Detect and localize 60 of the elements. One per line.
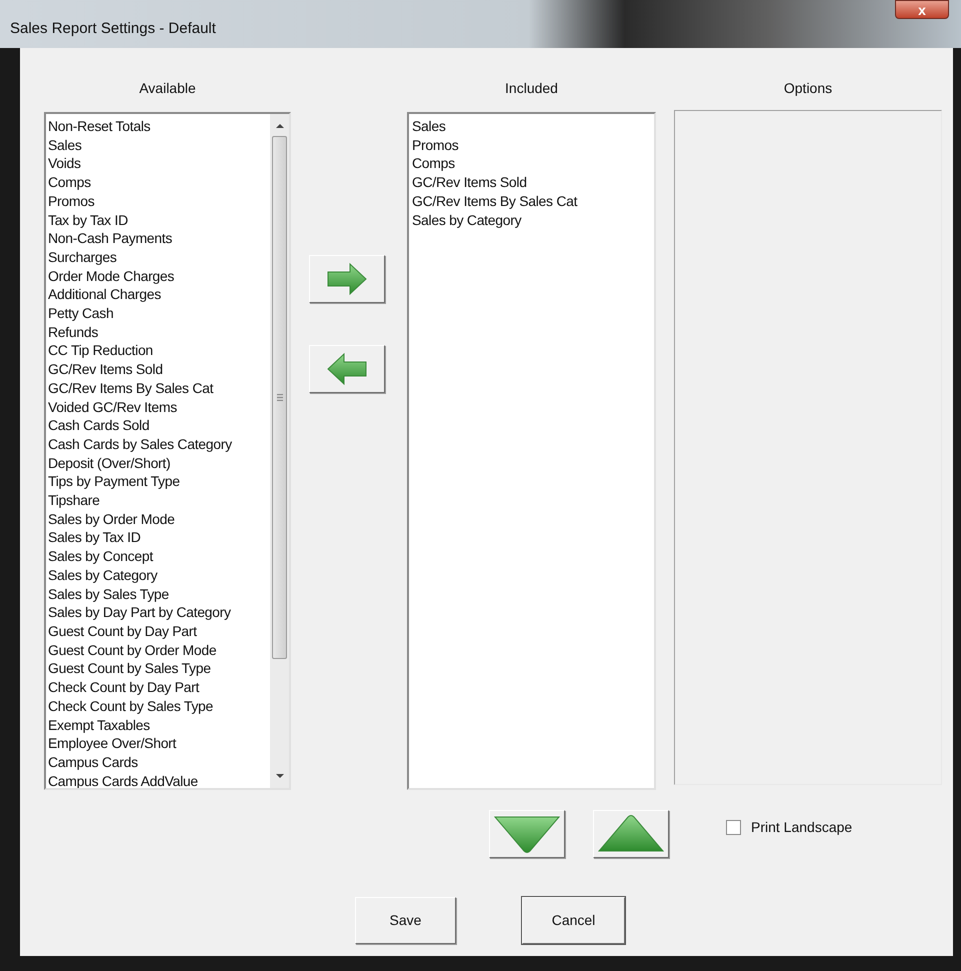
list-item[interactable]: GC/Rev Items Sold bbox=[48, 360, 270, 379]
list-item[interactable]: GC/Rev Items By Sales Cat bbox=[48, 378, 270, 398]
list-item[interactable]: Sales bbox=[412, 117, 654, 136]
list-item[interactable]: Cash Cards Sold bbox=[48, 416, 270, 435]
list-item[interactable]: Additional Charges bbox=[48, 285, 270, 304]
column-heading: Options bbox=[782, 80, 834, 96]
list-item[interactable]: Deposit (Over/Short) bbox=[48, 454, 270, 472]
included-list[interactable]: Sales Promos Comps GC/Rev Items Sold GC/Rev Items By Sales Cat Sales by Category bbox=[407, 112, 656, 790]
list-item[interactable]: Guest Count by Sales Type bbox=[48, 659, 270, 678]
list-item[interactable]: Employee Over/Short bbox=[48, 734, 270, 753]
list-item[interactable]: Sales by Category bbox=[412, 210, 654, 230]
list-item[interactable]: Promos bbox=[48, 192, 270, 211]
list-item[interactable]: Check Count by Sales Type bbox=[48, 696, 270, 716]
list-item[interactable]: Sales by Sales Type bbox=[48, 584, 270, 604]
list-item[interactable]: CC Tip Reduction bbox=[48, 341, 270, 360]
list-item[interactable]: Sales by Category bbox=[48, 566, 270, 585]
list-item[interactable]: Guest Count by Order Mode bbox=[48, 640, 270, 660]
list-item[interactable]: Voided GC/Rev Items bbox=[48, 398, 270, 416]
move-up-button[interactable] bbox=[593, 810, 669, 858]
list-item[interactable]: Cash Cards by Sales Category bbox=[48, 434, 270, 454]
list-item[interactable]: Promos bbox=[412, 136, 654, 154]
list-item[interactable]: Non-Cash Payments bbox=[48, 229, 270, 248]
list-item[interactable]: Guest Count by Day Part bbox=[48, 622, 270, 641]
remove-button[interactable] bbox=[309, 345, 385, 393]
list-item[interactable]: Sales by Tax ID bbox=[48, 528, 270, 548]
save-button[interactable]: Save bbox=[355, 897, 456, 944]
window-title: Sales Report Settings - Default bbox=[10, 19, 216, 39]
checkbox-label: Print Landscape bbox=[751, 818, 852, 837]
column-heading: Available bbox=[138, 80, 197, 96]
list-item[interactable]: Campus Cards bbox=[48, 752, 270, 772]
list-item[interactable]: Sales by Day Part by Category bbox=[48, 603, 270, 622]
list-item[interactable]: Voids bbox=[48, 154, 270, 174]
list-item[interactable]: Exempt Taxables bbox=[48, 716, 270, 734]
scroll-up-icon[interactable] bbox=[276, 124, 284, 128]
list-item[interactable]: Comps bbox=[48, 173, 270, 192]
list-item[interactable]: Comps bbox=[412, 154, 654, 174]
move-down-button[interactable] bbox=[489, 810, 565, 858]
list-item[interactable]: Non-Reset Totals bbox=[48, 117, 270, 136]
list-item[interactable]: Surcharges bbox=[48, 248, 270, 267]
list-item[interactable]: Tips by Payment Type bbox=[48, 472, 270, 492]
list-item[interactable]: Petty Cash bbox=[48, 304, 270, 323]
add-button[interactable] bbox=[309, 255, 385, 303]
list-item[interactable]: Sales by Concept bbox=[48, 547, 270, 566]
list-item[interactable]: Tax by Tax ID bbox=[48, 210, 270, 230]
column-heading: Included bbox=[504, 80, 559, 96]
available-list[interactable] bbox=[44, 112, 291, 790]
list-item[interactable]: Check Count by Day Part bbox=[48, 678, 270, 697]
list-item[interactable]: Order Mode Charges bbox=[48, 266, 270, 286]
list-item[interactable]: GC/Rev Items By Sales Cat bbox=[412, 192, 654, 211]
list-item[interactable]: Sales by Order Mode bbox=[48, 510, 270, 528]
cancel-button[interactable]: Cancel bbox=[522, 897, 625, 944]
scroll-down-icon[interactable] bbox=[276, 774, 284, 778]
grip-icon bbox=[276, 394, 282, 401]
list-item[interactable]: Refunds bbox=[48, 322, 270, 342]
list-item[interactable]: Sales bbox=[48, 136, 270, 154]
close-button[interactable]: x bbox=[895, 0, 949, 19]
scrollbar[interactable] bbox=[270, 114, 289, 788]
list-item[interactable]: GC/Rev Items Sold bbox=[412, 173, 654, 192]
checkbox[interactable] bbox=[726, 820, 741, 834]
list-item[interactable]: Tipshare bbox=[48, 491, 270, 510]
